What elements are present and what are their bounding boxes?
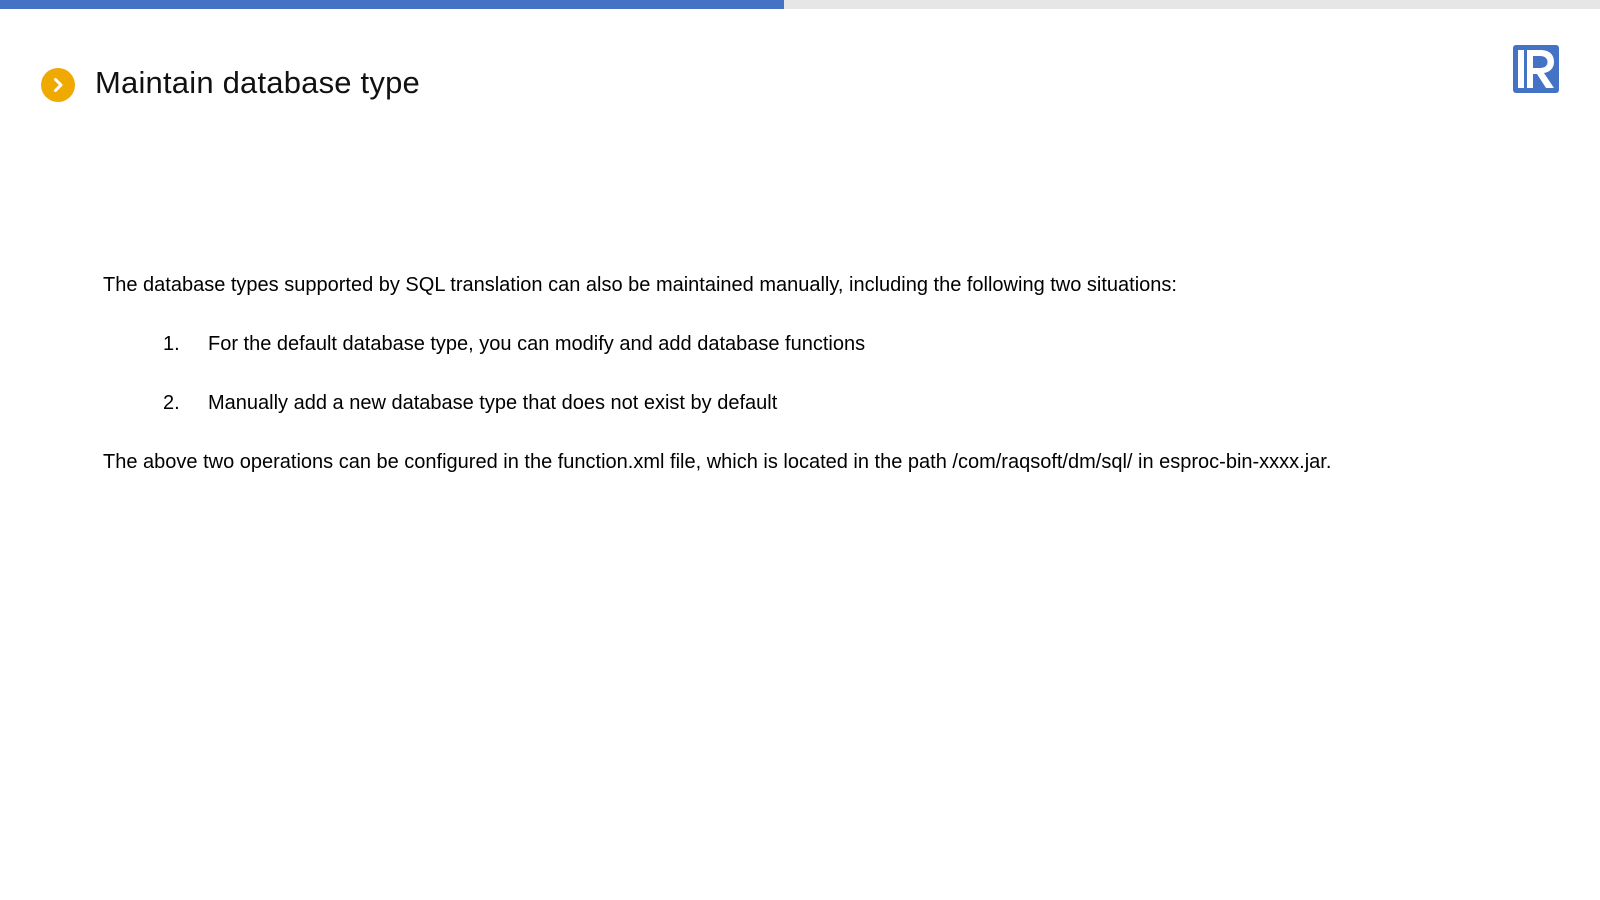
page-title: Maintain database type — [95, 64, 420, 100]
raqsoft-logo — [1512, 44, 1560, 94]
list-item-text: For the default database type, you can m… — [208, 333, 866, 355]
list-item: 2. Manually add a new database type that… — [103, 390, 1583, 416]
list-item-number: 2. — [163, 392, 180, 414]
slide-body: The database types supported by SQL tran… — [103, 272, 1583, 475]
slide-progress-fill — [0, 0, 784, 9]
chevron-right-circle-icon — [41, 67, 75, 102]
situation-list: 1. For the default database type, you ca… — [103, 331, 1583, 416]
intro-paragraph: The database types supported by SQL tran… — [103, 274, 1177, 296]
chevron-right-glyph — [54, 77, 63, 92]
conclusion-paragraph: The above two operations can be configur… — [103, 451, 1332, 473]
slide-header: Maintain database type — [41, 44, 420, 122]
slide-progress-bar — [0, 0, 1600, 9]
list-item-text: Manually add a new database type that do… — [208, 392, 778, 414]
list-item-number: 1. — [163, 333, 180, 355]
list-item: 1. For the default database type, you ca… — [103, 331, 1583, 357]
